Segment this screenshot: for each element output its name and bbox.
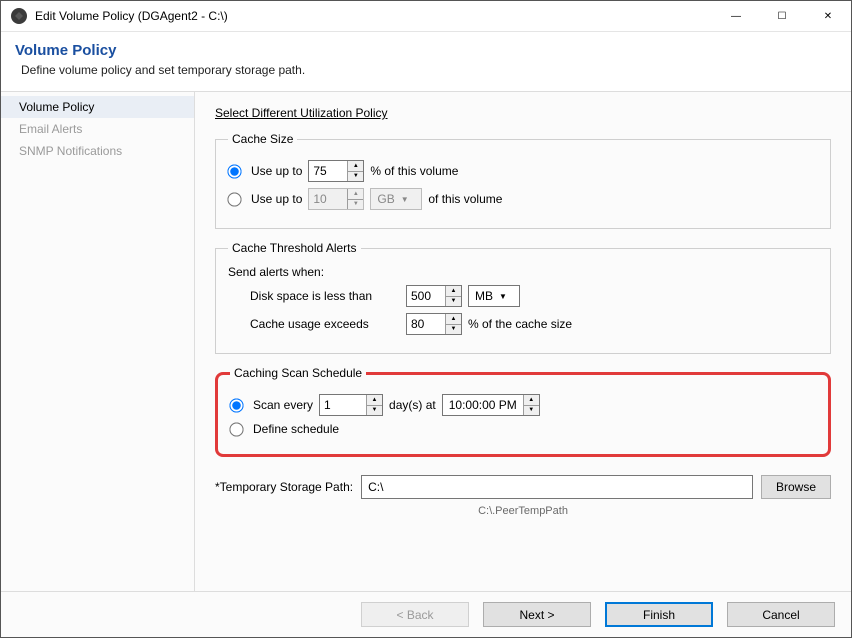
spin-up-icon[interactable]: ▲ xyxy=(367,395,382,406)
scan-every-days-input[interactable] xyxy=(320,395,366,415)
spin-down-icon[interactable]: ▼ xyxy=(446,297,461,307)
spin-up-icon[interactable]: ▲ xyxy=(446,286,461,297)
disk-space-input[interactable] xyxy=(407,286,445,306)
browse-button[interactable]: Browse xyxy=(761,475,831,499)
cache-size-legend: Cache Size xyxy=(228,132,297,146)
close-button[interactable]: ✕ xyxy=(805,1,851,32)
minimize-button[interactable]: — xyxy=(713,1,759,32)
temp-storage-label: *Temporary Storage Path: xyxy=(215,480,353,494)
minimize-icon: — xyxy=(731,11,741,22)
disk-space-stepper[interactable]: ▲▼ xyxy=(406,285,462,307)
sidebar-item-label: Email Alerts xyxy=(19,122,82,136)
cache-size-absolute-label: Use up to xyxy=(251,192,302,206)
cache-size-absolute-input xyxy=(309,189,347,209)
cache-threshold-legend: Cache Threshold Alerts xyxy=(228,241,361,255)
temp-storage-input[interactable] xyxy=(361,475,753,499)
sidebar-item-label: SNMP Notifications xyxy=(19,144,122,158)
chevron-down-icon: ▼ xyxy=(499,292,507,301)
scan-every-radio[interactable] xyxy=(229,398,243,412)
scan-every-unit: day(s) at xyxy=(389,398,436,412)
cancel-button[interactable]: Cancel xyxy=(727,602,835,627)
sidebar-item-volume-policy[interactable]: Volume Policy xyxy=(1,96,194,118)
cache-size-group: Cache Size Use up to ▲▼ % of this volume… xyxy=(215,132,831,229)
cache-size-absolute-unit-combo: GB ▼ xyxy=(370,188,422,210)
page-title: Volume Policy xyxy=(15,42,837,59)
window-title: Edit Volume Policy (DGAgent2 - C:\) xyxy=(35,9,228,23)
caching-schedule-legend: Caching Scan Schedule xyxy=(230,366,366,380)
select-different-policy-link[interactable]: Select Different Utilization Policy xyxy=(215,106,388,120)
cache-size-percent-radio[interactable] xyxy=(227,164,241,178)
cache-usage-input[interactable] xyxy=(407,314,445,334)
cache-size-absolute-radio[interactable] xyxy=(227,192,241,206)
caching-schedule-group: Caching Scan Schedule Scan every ▲▼ day(… xyxy=(215,366,831,457)
scan-time-field[interactable]: 10:00:00 PM ▲▼ xyxy=(442,394,540,416)
spin-up-icon[interactable]: ▲ xyxy=(446,314,461,325)
next-button-label: Next > xyxy=(519,608,554,622)
scan-every-days-stepper[interactable]: ▲▼ xyxy=(319,394,383,416)
spin-up-icon[interactable]: ▲ xyxy=(524,395,539,406)
combo-value: MB xyxy=(475,289,493,303)
cache-usage-label: Cache usage exceeds xyxy=(250,317,400,331)
finish-button-label: Finish xyxy=(643,608,675,622)
spin-down-icon[interactable]: ▼ xyxy=(348,172,363,182)
sidebar-item-label: Volume Policy xyxy=(19,100,94,114)
cache-size-percent-input[interactable] xyxy=(309,161,347,181)
cache-threshold-group: Cache Threshold Alerts Send alerts when:… xyxy=(215,241,831,354)
cache-usage-stepper[interactable]: ▲▼ xyxy=(406,313,462,335)
cancel-button-label: Cancel xyxy=(762,608,799,622)
cache-size-percent-stepper[interactable]: ▲▼ xyxy=(308,160,364,182)
temp-storage-hint: C:\.PeerTempPath xyxy=(215,505,831,517)
spin-down-icon[interactable]: ▼ xyxy=(367,406,382,416)
disk-space-unit-combo[interactable]: MB ▼ xyxy=(468,285,520,307)
sidebar: Volume Policy Email Alerts SNMP Notifica… xyxy=(1,92,195,591)
maximize-button[interactable]: ☐ xyxy=(759,1,805,32)
cache-size-percent-suffix: % of this volume xyxy=(370,164,458,178)
scan-every-label: Scan every xyxy=(253,398,313,412)
chevron-down-icon: ▼ xyxy=(401,195,409,204)
spin-up-icon: ▲ xyxy=(348,189,363,200)
content-pane: Select Different Utilization Policy Cach… xyxy=(195,92,851,591)
back-button-label: < Back xyxy=(396,608,433,622)
page-subtitle: Define volume policy and set temporary s… xyxy=(21,63,837,77)
browse-button-label: Browse xyxy=(776,480,816,494)
cache-usage-suffix: % of the cache size xyxy=(468,317,572,331)
spin-down-icon[interactable]: ▼ xyxy=(446,325,461,335)
threshold-intro: Send alerts when: xyxy=(228,265,818,279)
sidebar-item-email-alerts[interactable]: Email Alerts xyxy=(1,118,194,140)
close-icon: ✕ xyxy=(824,11,832,22)
cache-size-absolute-suffix: of this volume xyxy=(428,192,502,206)
combo-value: GB xyxy=(377,192,394,206)
app-icon xyxy=(11,8,27,24)
cache-size-percent-label: Use up to xyxy=(251,164,302,178)
next-button[interactable]: Next > xyxy=(483,602,591,627)
maximize-icon: ☐ xyxy=(778,11,787,22)
finish-button[interactable]: Finish xyxy=(605,602,713,627)
define-schedule-label: Define schedule xyxy=(253,422,339,436)
page-header: Volume Policy Define volume policy and s… xyxy=(1,32,851,92)
scan-time-value: 10:00:00 PM xyxy=(443,395,523,415)
cache-size-absolute-stepper: ▲▼ xyxy=(308,188,364,210)
wizard-footer: < Back Next > Finish Cancel xyxy=(1,591,851,637)
spin-down-icon: ▼ xyxy=(348,200,363,210)
define-schedule-radio[interactable] xyxy=(229,422,243,436)
spin-up-icon[interactable]: ▲ xyxy=(348,161,363,172)
back-button: < Back xyxy=(361,602,469,627)
sidebar-item-snmp-notifications[interactable]: SNMP Notifications xyxy=(1,140,194,162)
spin-down-icon[interactable]: ▼ xyxy=(524,406,539,416)
titlebar: Edit Volume Policy (DGAgent2 - C:\) — ☐ … xyxy=(1,1,851,32)
disk-space-label: Disk space is less than xyxy=(250,289,400,303)
